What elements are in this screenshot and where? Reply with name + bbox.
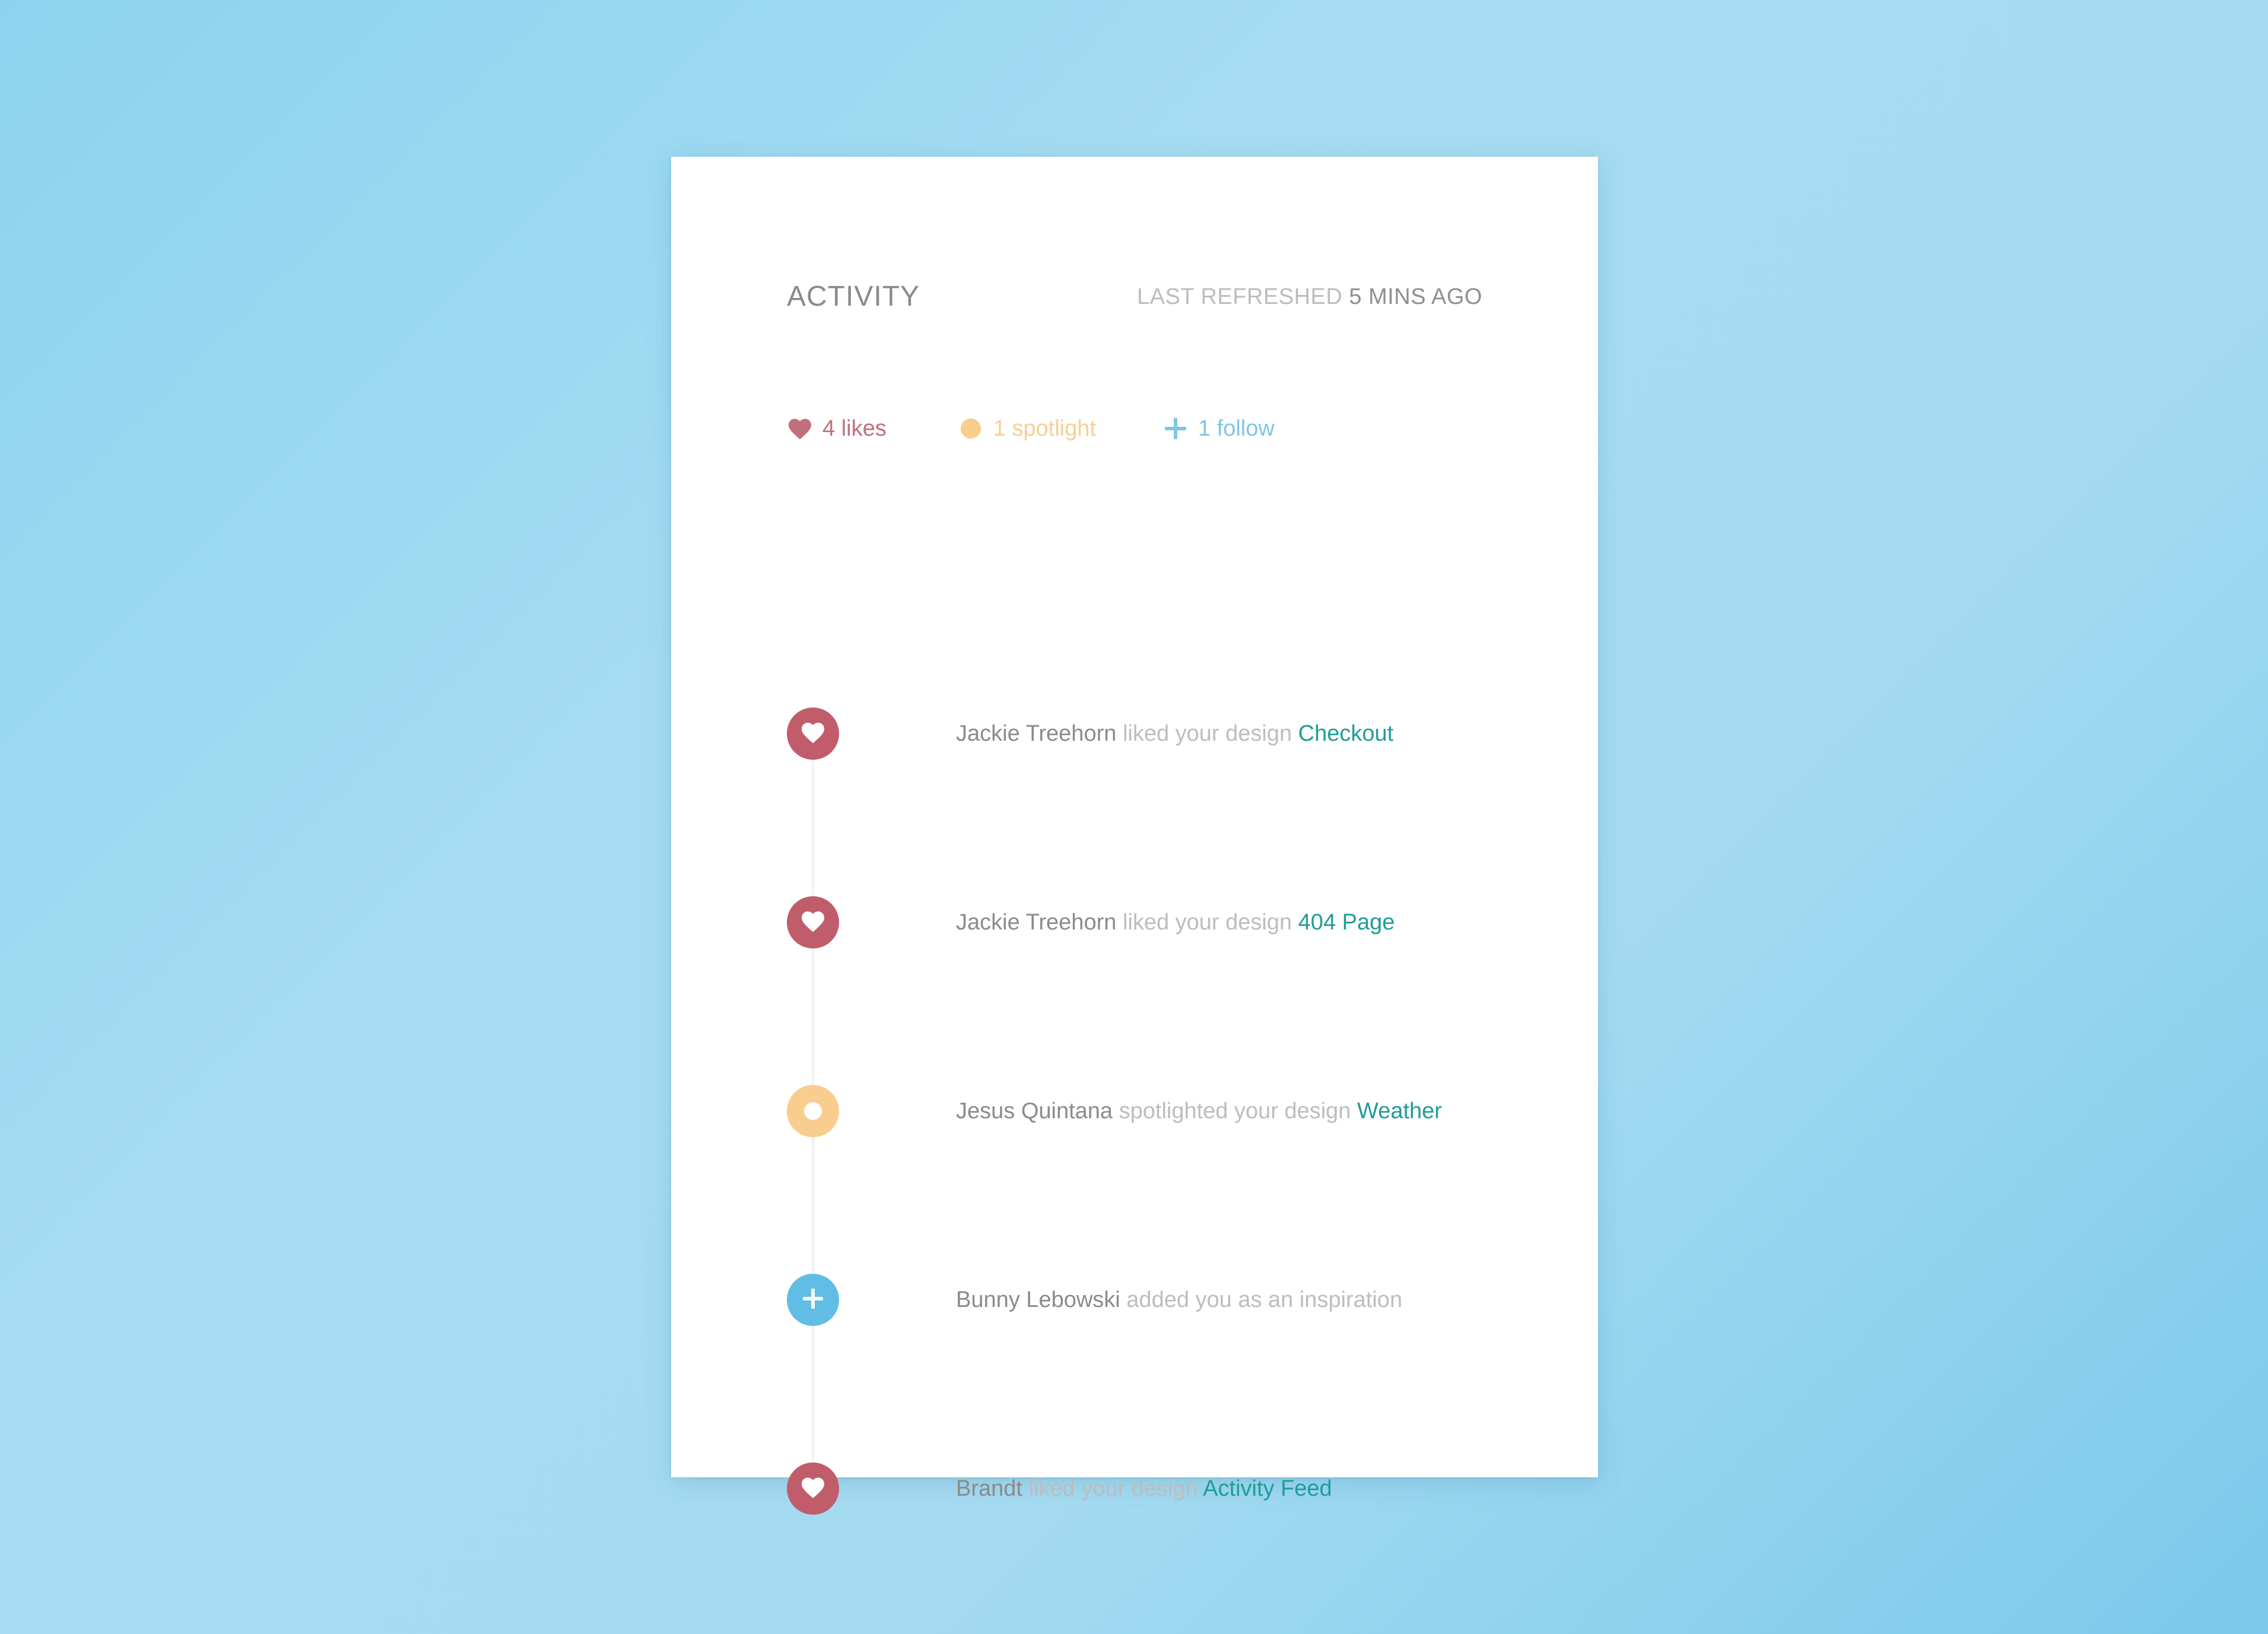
activity-text: Jackie Treehorn liked your design 404 Pa… [956,896,1395,948]
actor-link[interactable]: Jesus Quintana [956,1099,1113,1124]
activity-item: Jesus Quintana spotlighted your design W… [787,1085,1499,1137]
spotlight-marker [787,1085,839,1137]
like-marker [787,896,839,948]
design-link[interactable]: 404 Page [1298,910,1395,935]
activity-summary: 4 likes 1 spotlight 1 follow [787,411,1275,446]
activity-text: Brandt liked your design Activity Feed [956,1462,1332,1515]
likes-count: 4 likes [822,415,887,441]
activity-verb: added you as an inspiration [1126,1287,1403,1312]
actor-link[interactable]: Bunny Lebowski [956,1287,1120,1312]
plus-icon [1162,415,1189,442]
heart-icon [787,415,813,442]
page-title: ACTIVITY [787,281,920,312]
spotlight-icon [958,415,984,442]
likes-filter[interactable]: 4 likes [787,415,887,442]
timeline-track [812,707,814,1461]
follow-marker [787,1274,839,1326]
activity-verb: spotlighted your design [1119,1099,1351,1124]
actor-link[interactable]: Jackie Treehorn [956,721,1116,746]
spotlight-count: 1 spotlight [993,415,1096,441]
spotlight-filter[interactable]: 1 spotlight [958,415,1096,442]
spotlight-icon [804,1102,822,1120]
activity-item: Brandt liked your design Activity Feed [787,1462,1499,1515]
follow-count: 1 follow [1197,415,1275,441]
like-marker [787,707,839,760]
last-refreshed-value: 5 MINS AGO [1349,284,1482,309]
activity-verb: liked your design [1122,721,1292,746]
activity-text: Bunny Lebowski added you as an inspirati… [956,1274,1402,1326]
activity-timeline: Jackie Treehorn liked your design Checko… [787,707,1499,1515]
app-background: { "header": { "title": "ACTIVITY", "refr… [0,0,2268,1634]
follow-filter[interactable]: 1 follow [1162,415,1275,442]
design-link[interactable]: Checkout [1298,721,1394,746]
activity-item: Jackie Treehorn liked your design Checko… [787,707,1499,760]
heart-icon [801,910,825,935]
last-refreshed-label: LAST REFRESHED [1137,284,1343,309]
activity-item: Bunny Lebowski added you as an inspirati… [787,1274,1499,1326]
design-link[interactable]: Weather [1357,1099,1442,1124]
plus-icon [801,1287,825,1313]
last-refreshed: LAST REFRESHED 5 MINS AGO [1137,269,1482,324]
actor-link[interactable]: Brandt [956,1476,1022,1501]
activity-item: Jackie Treehorn liked your design 404 Pa… [787,896,1499,948]
like-marker [787,1462,839,1515]
heart-icon [801,721,825,747]
activity-card: ACTIVITY LAST REFRESHED 5 MINS AGO 4 lik… [671,157,1598,1515]
design-link[interactable]: Activity Feed [1203,1476,1332,1501]
activity-text: Jesus Quintana spotlighted your design W… [956,1085,1442,1137]
activity-verb: liked your design [1122,910,1292,935]
activity-text: Jackie Treehorn liked your design Checko… [956,707,1393,760]
heart-icon [801,1476,825,1502]
actor-link[interactable]: Jackie Treehorn [956,910,1116,935]
activity-verb: liked your design [1028,1476,1198,1501]
